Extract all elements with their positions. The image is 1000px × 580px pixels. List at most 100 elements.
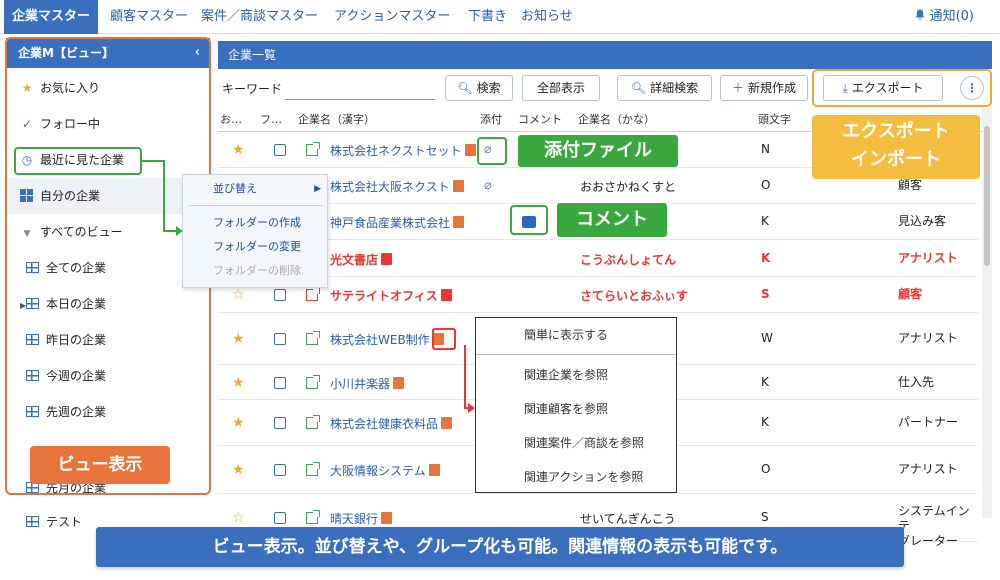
- company-name-link[interactable]: 大阪情報システム: [330, 462, 440, 479]
- detail-search-button[interactable]: 🔍︎ 詳細検索: [617, 75, 712, 101]
- favorite-star-icon[interactable]: ☆: [232, 510, 245, 526]
- menu-related-companies[interactable]: 関連企業を参照: [476, 360, 676, 390]
- header-comment[interactable]: コメント: [518, 108, 562, 132]
- keyword-label: キーワード: [222, 82, 283, 96]
- related-tag-icon[interactable]: [441, 417, 453, 429]
- chevron-left-icon[interactable]: ‹: [195, 38, 200, 68]
- header-kana[interactable]: 企業名（かな）: [578, 108, 655, 132]
- search-button[interactable]: 🔍︎ 検索: [445, 75, 513, 101]
- follow-checkbox[interactable]: [274, 144, 286, 159]
- favorite-star-icon[interactable]: ★: [232, 142, 245, 158]
- sidebar-item-recent[interactable]: ◷ 最近に見た企業: [6, 142, 210, 178]
- notification-link[interactable]: 通知(0): [914, 0, 974, 34]
- sidebar-item-my-companies[interactable]: 自分の企業: [6, 178, 210, 214]
- checkbox-icon: [274, 333, 286, 345]
- sidebar-header: 企業M【ビュー】 ‹: [6, 38, 210, 68]
- tab-news[interactable]: お知らせ: [513, 0, 581, 34]
- company-name-link[interactable]: 株式会社ネクストセット: [330, 142, 476, 159]
- open-record-icon[interactable]: [306, 331, 320, 348]
- scroll-thumb[interactable]: [984, 126, 990, 266]
- favorite-star-icon[interactable]: ★: [232, 415, 245, 431]
- favorite-star-icon[interactable]: ☆: [232, 287, 245, 303]
- table-row[interactable]: ☆ サテライトオフィス さてらいとおふぃす S 顧客: [218, 277, 978, 313]
- table-scrollbar[interactable]: [982, 108, 992, 518]
- tab-drafts[interactable]: 下書き: [460, 0, 515, 34]
- company-name-link[interactable]: 晴天銀行: [330, 510, 393, 527]
- header-attach[interactable]: 添付: [480, 108, 502, 132]
- follow-checkbox[interactable]: [274, 512, 286, 527]
- related-tag-icon[interactable]: [428, 464, 440, 476]
- menu-related-customers[interactable]: 関連顧客を参照: [476, 394, 676, 424]
- paperclip-icon[interactable]: ⌀: [484, 178, 492, 193]
- more-options-button[interactable]: ⋮: [960, 76, 984, 100]
- open-record-icon[interactable]: [306, 287, 320, 304]
- tab-company-master[interactable]: 企業マスター: [4, 0, 99, 34]
- company-kana: おおさかねくすと: [580, 180, 677, 194]
- favorite-star-icon[interactable]: ★: [232, 462, 245, 478]
- company-name-link[interactable]: 株式会社WEB制作: [330, 331, 444, 348]
- follow-checkbox[interactable]: [274, 289, 286, 304]
- company-type: パートナー: [898, 415, 959, 429]
- related-tag-icon[interactable]: [453, 216, 465, 228]
- sidebar-item-last-week[interactable]: 先週の企業: [6, 394, 210, 430]
- sidebar-item-label: 今週の企業: [46, 369, 107, 383]
- menu-create-folder[interactable]: フォルダーの作成: [183, 211, 329, 235]
- favorite-star-icon[interactable]: ★: [232, 331, 245, 347]
- paperclip-icon[interactable]: ⌀: [484, 142, 492, 157]
- open-record-icon[interactable]: [306, 415, 320, 432]
- sidebar-item-favorites[interactable]: ★ お気に入り: [6, 70, 210, 106]
- open-record-icon[interactable]: [306, 142, 320, 159]
- open-record-icon[interactable]: [306, 375, 320, 392]
- sidebar-item-yesterday[interactable]: 昨日の企業: [6, 322, 210, 358]
- related-tag-icon[interactable]: [440, 289, 452, 301]
- menu-simple-view[interactable]: 簡単に表示する: [476, 320, 676, 350]
- follow-checkbox[interactable]: [274, 377, 286, 392]
- header-initial[interactable]: 頭文字: [758, 108, 791, 132]
- sidebar-item-today[interactable]: ▶ 本日の企業: [6, 286, 210, 322]
- company-name-link[interactable]: 神戸食品産業株式会社: [330, 214, 465, 231]
- header-name[interactable]: 企業名（漢字）: [298, 108, 375, 132]
- company-type: アナリスト: [898, 331, 958, 345]
- comment-icon[interactable]: [522, 216, 536, 231]
- keyword-input[interactable]: [285, 76, 435, 100]
- tab-deal-master[interactable]: 案件／商談マスター: [193, 0, 326, 34]
- company-name-link[interactable]: 株式会社大阪ネクスト: [330, 178, 464, 195]
- related-tag-icon[interactable]: [452, 180, 464, 192]
- export-button[interactable]: ⤓ エクスポート: [823, 75, 943, 101]
- open-record-icon[interactable]: [306, 462, 320, 479]
- company-name-link[interactable]: 小川井楽器: [330, 375, 405, 392]
- menu-edit-folder[interactable]: フォルダーの変更: [183, 235, 329, 259]
- header-follow[interactable]: フ…: [260, 108, 282, 132]
- follow-checkbox[interactable]: [274, 417, 286, 432]
- new-button[interactable]: ＋ 新規作成: [720, 75, 808, 101]
- open-record-icon[interactable]: [306, 510, 320, 527]
- show-all-button[interactable]: 全部表示: [522, 75, 600, 101]
- follow-checkbox[interactable]: [274, 464, 286, 479]
- company-initial: K: [761, 251, 771, 265]
- sidebar-item-this-week[interactable]: 今週の企業: [6, 358, 210, 394]
- header-favorite[interactable]: お…: [220, 108, 242, 132]
- sidebar-item-following[interactable]: ✓ フォロー中: [6, 106, 210, 142]
- caret-down-icon: ▼: [23, 229, 31, 239]
- search-icon: 🔍︎: [457, 81, 473, 95]
- related-tag-icon[interactable]: [464, 144, 476, 156]
- table-row[interactable]: ★光文書店こうぶんしょてんKアナリスト: [218, 240, 978, 277]
- company-name-link[interactable]: 光文書店: [330, 251, 393, 268]
- menu-related-actions[interactable]: 関連アクションを参照: [476, 462, 676, 492]
- favorite-star-icon[interactable]: ★: [232, 375, 245, 391]
- menu-sort[interactable]: 並び替え ▶: [183, 177, 329, 201]
- menu-related-deals[interactable]: 関連案件／商談を参照: [476, 428, 676, 458]
- company-name-link[interactable]: 株式会社健康衣料品: [330, 415, 453, 432]
- tab-action-master[interactable]: アクションマスター: [326, 0, 458, 34]
- follow-checkbox[interactable]: [274, 333, 286, 348]
- related-tag-icon[interactable]: [393, 377, 405, 389]
- sidebar-item-label: テスト: [46, 515, 83, 529]
- related-tag-icon[interactable]: [381, 512, 393, 524]
- related-tag-icon[interactable]: [432, 333, 444, 345]
- arrow-line: [163, 160, 165, 232]
- company-name-link[interactable]: サテライトオフィス: [330, 287, 452, 304]
- related-tag-icon[interactable]: [381, 253, 393, 265]
- sidebar-item-all-companies[interactable]: 全ての企業: [6, 250, 210, 286]
- main-header: 企業一覧: [218, 41, 992, 69]
- tab-customer-master[interactable]: 顧客マスター: [102, 0, 196, 34]
